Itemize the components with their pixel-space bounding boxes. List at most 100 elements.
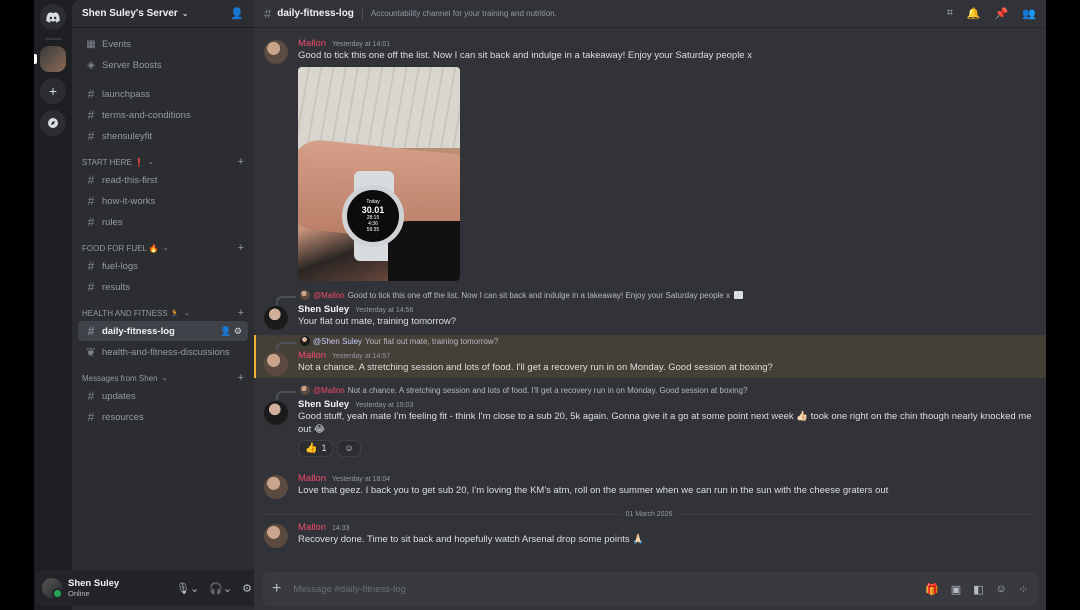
avatar[interactable] <box>264 351 288 376</box>
message[interactable]: Mallon 14:33 Recovery done. Time to sit b… <box>264 520 1034 550</box>
channel-title: daily-fitness-log <box>277 8 354 19</box>
pin-icon[interactable]: 📌 <box>995 7 1009 20</box>
server-name: Shen Suley's Server <box>82 8 178 19</box>
server-header[interactable]: Shen Suley's Server ⌄ 👤 <box>72 0 254 28</box>
threads-icon[interactable]: ⌗ <box>947 7 953 20</box>
member-list-icon[interactable]: 👥 <box>1022 7 1036 20</box>
date-divider-label: 01 March 2026 <box>625 510 673 518</box>
channel-terms-and-conditions[interactable]: # terms-and-conditions <box>78 105 248 125</box>
reply-mention[interactable]: @Mallon <box>313 386 345 395</box>
message[interactable]: Shen Suley Yesterday at 15:03 Good stuff,… <box>264 397 1034 459</box>
gif-icon[interactable]: ▣ <box>951 583 961 596</box>
message-text: Good stuff, yeah mate I'm feeling fit - … <box>298 410 1032 436</box>
hash-icon: # <box>87 259 95 273</box>
bell-icon[interactable]: 🔔 <box>967 7 981 20</box>
image-icon <box>733 291 743 299</box>
apps-icon[interactable]: ⁘ <box>1019 583 1028 596</box>
channel-updates[interactable]: # updates <box>78 386 248 406</box>
reply-preview[interactable]: @Mallon Good to tick this one off the li… <box>264 289 1034 305</box>
server-icon[interactable] <box>34 46 66 72</box>
channel-header: # daily-fitness-log Accountability chann… <box>254 0 1046 28</box>
channel-label: daily-fitness-log <box>102 325 175 337</box>
message-author[interactable]: Mallon <box>298 522 326 533</box>
message-list: Mallon Yesterday at 14:01 Good to tick th… <box>254 28 1046 572</box>
channel-launchpass[interactable]: # launchpass <box>78 84 248 104</box>
user-controls: 🎙⌄ 🎧⌄ ⚙ <box>176 582 252 595</box>
channel-label: launchpass <box>102 88 151 100</box>
avatar[interactable] <box>264 400 288 425</box>
microphone-icon[interactable]: 🎙⌄ <box>176 582 199 595</box>
channel-results[interactable]: # results <box>78 277 248 297</box>
message-text: Not a chance. A stretching session and l… <box>298 361 773 373</box>
headphones-icon[interactable]: 🎧⌄ <box>209 582 232 595</box>
avatar[interactable] <box>264 305 288 330</box>
category-start-here[interactable]: START HERE ❗ ⌄ + <box>78 154 248 170</box>
category-food-for-fuel[interactable]: FOOD FOR FUEL 🔥 ⌄ + <box>78 240 248 256</box>
sidebar-item-server-boosts[interactable]: ◈ Server Boosts <box>78 55 248 75</box>
channel-how-it-works[interactable]: # how-it-works <box>78 191 248 211</box>
invite-icon[interactable]: 👤 <box>230 7 244 20</box>
message-text: Your flat out mate, training tomorrow? <box>298 315 457 327</box>
channel-health-and-fitness-discussions[interactable]: ❦ health-and-fitness-discussions <box>78 342 248 362</box>
image-watch-face: Today 30.01 28:15 4:36 59:35 <box>342 184 404 247</box>
channel-shensuleyfit[interactable]: # shensuleyfit <box>78 126 248 146</box>
category-label: START HERE ❗ <box>82 157 144 167</box>
reply-mention[interactable]: @Mallon <box>313 291 345 300</box>
category-health-and-fitness[interactable]: HEALTH AND FITNESS 🏃 ⌄ + <box>78 305 248 321</box>
hash-icon: # <box>87 280 95 294</box>
message-author[interactable]: Mallon <box>298 38 326 49</box>
avatar[interactable] <box>264 40 288 64</box>
message[interactable]: Mallon Yesterday at 18:04 Love that geez.… <box>264 471 1034 501</box>
channel-resources[interactable]: # resources <box>78 407 248 427</box>
channel-fuel-logs[interactable]: # fuel-logs <box>78 256 248 276</box>
channel-label: fuel-logs <box>102 260 138 272</box>
attached-image[interactable]: Today 30.01 28:15 4:36 59:35 <box>298 66 460 281</box>
message[interactable]: Shen Suley Yesterday at 14:56 Your flat o… <box>264 302 1034 332</box>
reaction-thumbs-up[interactable]: 👍 1 <box>298 439 334 457</box>
user-info[interactable]: Shen Suley Online <box>68 578 119 598</box>
plus-icon[interactable]: + <box>272 580 281 598</box>
message-input[interactable] <box>293 583 926 595</box>
boost-icon: ◈ <box>87 59 95 71</box>
gear-icon[interactable]: ⚙ <box>242 582 252 595</box>
reply-mention[interactable]: @Shen Suley <box>313 337 362 346</box>
channel-settings-icon[interactable]: 👤 ⚙ <box>220 326 242 337</box>
discover-icon[interactable] <box>40 110 66 136</box>
add-channel-icon[interactable]: + <box>238 372 244 384</box>
hash-icon: # <box>87 129 95 143</box>
mention-highlight: @Shen Suley Your flat out mate, training… <box>254 334 1046 378</box>
sidebar-item-events[interactable]: ▦ Events <box>78 34 248 54</box>
message[interactable]: Mallon Yesterday at 14:57 Not a chance. A… <box>264 348 1034 378</box>
emoji-icon[interactable]: ☺ <box>996 583 1007 596</box>
avatar[interactable] <box>264 523 288 548</box>
add-server-icon[interactable]: + <box>40 78 66 104</box>
channel-label: read-this-first <box>102 174 158 186</box>
add-channel-icon[interactable]: + <box>238 242 244 254</box>
message-author[interactable]: Mallon <box>298 350 326 361</box>
sticker-icon[interactable]: ◧ <box>973 583 983 596</box>
message-author[interactable]: Shen Suley <box>298 399 349 410</box>
channel-read-this-first[interactable]: # read-this-first <box>78 170 248 190</box>
message-author[interactable]: Shen Suley <box>298 304 349 315</box>
message-text: Good to tick this one off the list. Now … <box>298 50 752 61</box>
watch-calories: 59:35 <box>366 226 380 233</box>
discord-home-icon[interactable] <box>40 4 66 30</box>
composer-tools: 🎁 ▣ ◧ ☺ ⁘ <box>925 583 1028 596</box>
chevron-down-icon: ⌄ <box>147 159 154 166</box>
add-channel-icon[interactable]: + <box>238 307 244 319</box>
channel-rules[interactable]: # rules <box>78 212 248 232</box>
reply-preview[interactable]: @Mallon Not a chance. A stretching sessi… <box>264 384 1034 400</box>
channel-topic[interactable]: Accountability channel for your training… <box>371 9 557 18</box>
channel-label: terms-and-conditions <box>102 109 191 121</box>
gift-icon[interactable]: 🎁 <box>925 583 939 596</box>
channel-label: resources <box>102 411 144 423</box>
reply-preview[interactable]: @Shen Suley Your flat out mate, training… <box>264 335 1034 351</box>
add-reaction-button[interactable]: ☺ <box>337 439 361 457</box>
avatar[interactable] <box>42 578 63 599</box>
category-messages-from-shen[interactable]: Messages from Shen ⌄ + <box>78 370 248 386</box>
channel-daily-fitness-log[interactable]: # daily-fitness-log 👤 ⚙ <box>78 321 248 341</box>
add-channel-icon[interactable]: + <box>238 156 244 168</box>
message-author[interactable]: Mallon <box>298 473 326 484</box>
avatar[interactable] <box>264 474 288 499</box>
message[interactable]: Mallon Yesterday at 14:01 Good to tick th… <box>264 36 1034 283</box>
